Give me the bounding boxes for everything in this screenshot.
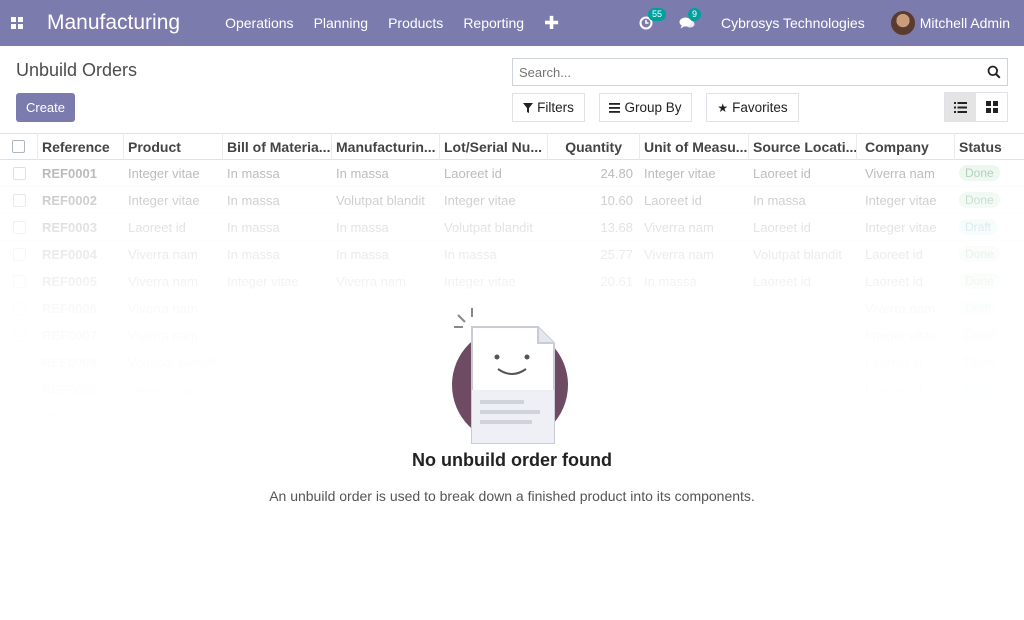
column-quantity[interactable]: Quantity [548,133,640,160]
filters-label: Filters [537,100,574,115]
messages-badge: 9 [688,8,702,21]
view-switcher [944,92,1008,122]
search-bar[interactable] [512,58,1008,86]
select-all-checkbox[interactable] [12,140,25,153]
table-header: Reference Product Bill of Materia... Man… [0,133,1024,160]
create-button[interactable]: Create [16,93,75,122]
main-menu: Operations Planning Products Reporting ✚ [225,13,559,34]
empty-state-title: No unbuild order found [412,450,612,470]
list-view-button[interactable] [945,93,976,121]
user-name: Mitchell Admin [919,15,1010,31]
avatar [890,11,915,35]
column-uom[interactable]: Unit of Measu... [640,133,749,160]
messages-button[interactable]: 9 [679,8,702,30]
navbar-systray: 55 9 Cybrosys Technologies Mitchell Admi… [639,0,1024,46]
filters-button[interactable]: Filters [512,93,585,122]
company-switcher[interactable]: Cybrosys Technologies [721,15,865,31]
column-manufacturing-order[interactable]: Manufacturin... [332,133,440,160]
kanban-icon [985,101,998,113]
kanban-view-button[interactable] [976,93,1007,121]
column-source-location[interactable]: Source Locati... [749,133,857,160]
favorites-button[interactable]: ★ Favorites [706,93,799,122]
column-bom[interactable]: Bill of Materia... [223,133,332,160]
column-company[interactable]: Company [857,133,955,160]
apps-menu-icon[interactable] [0,0,34,46]
menu-products[interactable]: Products [388,15,443,31]
empty-state-description: An unbuild order is used to break down a… [269,488,755,504]
column-status[interactable]: Status [955,133,1024,160]
search-icon[interactable] [987,65,1001,79]
app-name[interactable]: Manufacturing [47,11,180,35]
select-all-cell [0,133,38,160]
menu-operations[interactable]: Operations [225,15,293,31]
list-icon [954,101,967,113]
groupby-label: Group By [624,100,682,115]
favorites-label: Favorites [732,100,788,115]
search-input[interactable] [519,64,987,80]
column-lot-serial[interactable]: Lot/Serial Nu... [440,133,548,160]
page-title: Unbuild Orders [16,60,138,80]
empty-document-illustration [452,308,568,444]
user-menu[interactable]: Mitchell Admin [890,11,1010,35]
filter-icon [523,102,534,113]
star-icon: ★ [717,100,729,115]
groupby-button[interactable]: Group By [599,93,692,122]
top-navbar: Manufacturing Operations Planning Produc… [0,0,1024,46]
plus-icon[interactable]: ✚ [544,13,559,34]
activity-button[interactable]: 55 [639,8,667,30]
menu-planning[interactable]: Planning [314,15,369,31]
menu-reporting[interactable]: Reporting [463,15,524,31]
bars-icon [609,102,621,113]
column-reference[interactable]: Reference [38,133,124,160]
column-product[interactable]: Product [124,133,223,160]
activity-badge: 55 [648,8,667,21]
